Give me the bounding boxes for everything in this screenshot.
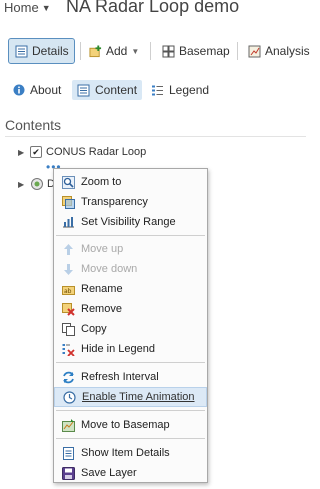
svg-text:ab: ab [64, 288, 72, 295]
menu-item-move-down[interactable]: Move down [54, 259, 207, 279]
item-details-icon [62, 446, 75, 460]
add-icon [89, 44, 102, 58]
zoom-to-icon [62, 175, 75, 189]
menu-item-label: Hide in Legend [81, 343, 156, 355]
contents-heading: Contents [5, 117, 62, 133]
menu-item-set-visibility-range[interactable]: Set Visibility Range [54, 212, 207, 232]
layer-type-icon [30, 178, 43, 191]
toolbar-divider [150, 42, 151, 60]
visibility-range-icon [62, 216, 75, 229]
rename-icon: ab [62, 283, 75, 296]
arrow-down-icon [62, 263, 75, 276]
menu-item-label: Remove [81, 303, 122, 315]
tab-content[interactable]: Content [72, 80, 143, 100]
menu-divider [56, 362, 205, 363]
copy-icon [62, 322, 75, 336]
add-label: Add [106, 44, 128, 58]
layer-context-menu: Zoom to Transparency Set Visibility Rang… [53, 168, 208, 483]
toolbar: Details Add ▼ Basemap Analysis [8, 38, 310, 64]
menu-item-enable-time-animation[interactable]: Enable Time Animation [54, 387, 207, 407]
menu-item-label: Refresh Interval [81, 371, 159, 383]
transparency-icon [62, 195, 75, 209]
menu-divider [56, 235, 205, 236]
map-title: NA Radar Loop demo [66, 0, 240, 16]
refresh-icon [62, 371, 75, 384]
menu-item-label: Save Layer [81, 467, 137, 479]
analysis-icon [248, 45, 261, 58]
menu-item-label: Copy [81, 323, 107, 335]
info-icon [12, 84, 25, 97]
expand-triangle-icon[interactable]: ▶ [18, 180, 26, 189]
tab-content-label: Content [95, 83, 138, 97]
tab-legend-label: Legend [169, 83, 210, 97]
menu-item-move-up[interactable]: Move up [54, 239, 207, 259]
menu-item-save-layer[interactable]: Save Layer [54, 463, 207, 483]
clock-icon [63, 390, 76, 404]
menu-item-refresh-interval[interactable]: Refresh Interval [54, 367, 207, 387]
toolbar-divider [80, 42, 81, 60]
legend-icon [151, 84, 164, 97]
menu-item-label: Transparency [81, 196, 148, 208]
menu-item-copy[interactable]: Copy [54, 319, 207, 339]
toolbar-divider [237, 42, 238, 60]
menu-item-zoom-to[interactable]: Zoom to [54, 172, 207, 192]
analysis-button[interactable]: Analysis [244, 38, 320, 64]
analysis-label: Analysis [265, 44, 310, 58]
details-button[interactable]: Details [8, 38, 75, 64]
layer-item[interactable]: ▶ ✔ CONUS Radar Loop [18, 144, 146, 160]
menu-divider [56, 438, 205, 439]
basemap-button[interactable]: Basemap [158, 38, 238, 64]
arrow-up-icon [62, 243, 75, 256]
tab-legend[interactable]: Legend [151, 80, 209, 100]
menu-item-remove[interactable]: Remove [54, 299, 207, 319]
home-menu[interactable]: Home ▼ [4, 0, 51, 15]
menu-item-hide-in-legend[interactable]: Hide in Legend [54, 339, 207, 359]
menu-item-label: Show Item Details [81, 447, 170, 459]
layer-visibility-checkbox[interactable]: ✔ [30, 146, 42, 158]
menu-item-label: Set Visibility Range [81, 216, 176, 228]
remove-icon [62, 302, 75, 316]
home-label: Home [4, 0, 39, 15]
expand-triangle-icon[interactable]: ▶ [18, 148, 26, 157]
menu-item-rename[interactable]: ab Rename [54, 279, 207, 299]
layer-label: CONUS Radar Loop [46, 146, 147, 158]
menu-item-label: Move to Basemap [81, 419, 170, 431]
menu-item-show-item-details[interactable]: Show Item Details [54, 443, 207, 463]
basemap-move-icon [62, 418, 75, 432]
menu-item-label: Move up [81, 243, 124, 255]
menu-item-label: Move down [81, 263, 138, 275]
tab-about-label: About [30, 83, 62, 97]
caret-down-icon: ▼ [41, 2, 51, 13]
details-icon [15, 45, 28, 58]
hide-legend-icon [62, 343, 75, 356]
menu-item-label: Zoom to [81, 176, 122, 188]
tab-about[interactable]: About [12, 80, 61, 100]
basemap-icon [162, 45, 175, 58]
details-label: Details [32, 44, 69, 58]
add-button[interactable]: Add ▼ [85, 38, 145, 64]
content-icon [77, 84, 90, 97]
menu-item-label: Rename [81, 283, 123, 295]
basemap-label: Basemap [179, 44, 230, 58]
menu-item-label: Enable Time Animation [82, 391, 195, 403]
add-caret-icon: ▼ [131, 46, 140, 56]
menu-item-move-to-basemap[interactable]: Move to Basemap [54, 415, 207, 435]
menu-divider [56, 410, 205, 411]
menu-item-transparency[interactable]: Transparency [54, 192, 207, 212]
save-icon [62, 466, 75, 480]
divider [5, 136, 306, 137]
